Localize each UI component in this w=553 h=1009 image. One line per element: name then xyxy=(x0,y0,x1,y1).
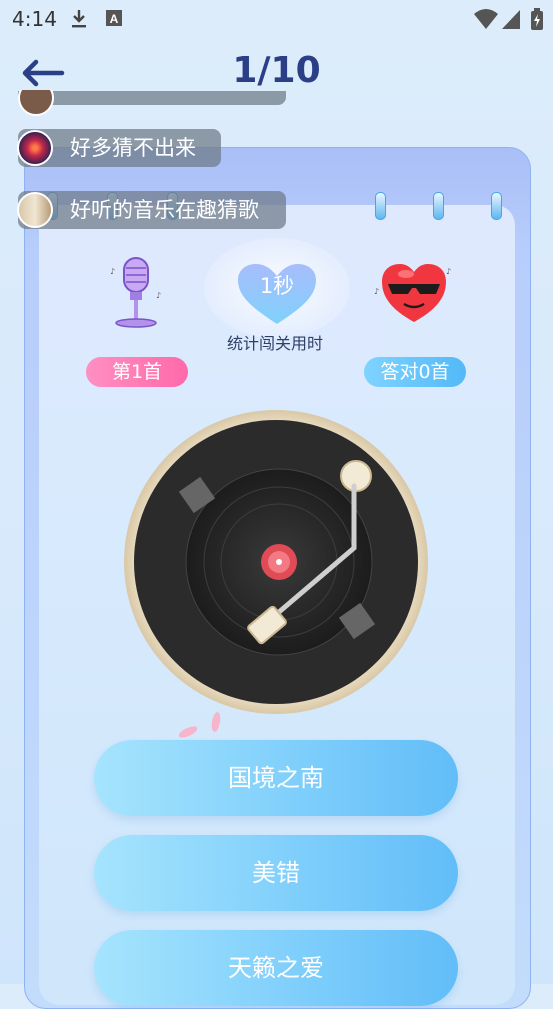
cool-heart-icon: ♪ ♪ xyxy=(374,264,451,322)
song-number-badge: 第1首 xyxy=(86,357,188,387)
page-title: 1/10 xyxy=(232,50,321,91)
record-player xyxy=(124,410,428,714)
binder-ring xyxy=(491,192,502,220)
answer-option-3[interactable]: 天籁之爱 xyxy=(94,930,458,1006)
microphone-icon: ♪ ♪ xyxy=(110,257,161,328)
binder-ring xyxy=(433,192,444,220)
svg-text:♪: ♪ xyxy=(374,287,379,296)
status-bar: 4:14 A xyxy=(0,0,553,36)
answer-option-1[interactable]: 国境之南 xyxy=(94,740,458,816)
battery-icon xyxy=(531,8,543,30)
svg-text:♪: ♪ xyxy=(110,267,115,276)
font-a-icon: A xyxy=(106,10,122,26)
wifi-icon xyxy=(474,9,498,29)
svg-text:A: A xyxy=(110,12,119,26)
avatar xyxy=(17,192,53,228)
download-icon xyxy=(72,10,86,28)
signal-icon xyxy=(502,10,520,29)
binder-ring xyxy=(375,192,386,220)
svg-text:♪: ♪ xyxy=(446,267,451,276)
status-time: 4:14 xyxy=(12,7,57,31)
timer-caption: 统计闯关用时 xyxy=(226,334,323,353)
chat-message-text: 好多猜不出来 xyxy=(70,136,196,160)
svg-text:♪: ♪ xyxy=(156,291,161,300)
answer-option-2[interactable]: 美错 xyxy=(94,835,458,911)
avatar xyxy=(17,130,53,166)
chat-message-text: 好听的音乐在趣猜歌 xyxy=(70,198,259,222)
petal-decoration xyxy=(178,712,221,738)
chat-bubble: 好听的音乐在趣猜歌 xyxy=(18,191,286,229)
timer-value: 1秒 xyxy=(259,274,295,298)
correct-count-badge: 答对0首 xyxy=(364,357,466,387)
